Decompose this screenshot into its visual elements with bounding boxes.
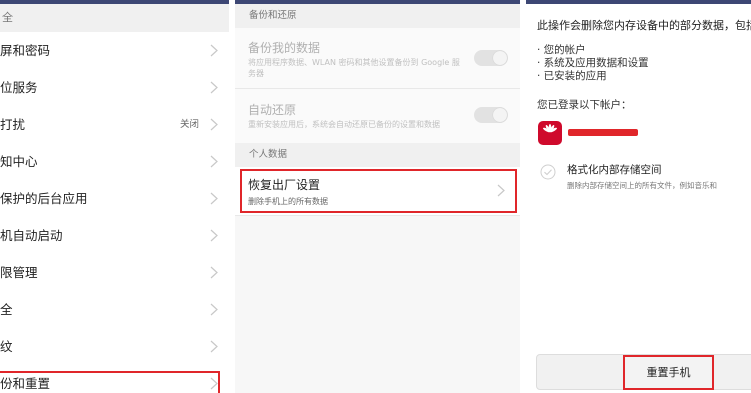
settings-item-location[interactable]: 位服务 — [0, 69, 229, 107]
chevron-right-icon — [210, 229, 218, 242]
chevron-right-icon — [210, 155, 218, 168]
settings-item-label: 屏和密码 — [0, 43, 51, 58]
settings-item-label: 位服务 — [0, 80, 38, 95]
data-list-item: · 系统及应用数据和设置 — [537, 57, 649, 69]
chevron-right-icon — [210, 44, 218, 57]
settings-item-auto-start[interactable]: 机自动启动 — [0, 217, 229, 255]
settings-item-do-not-disturb[interactable]: 打扰 关闭 — [0, 106, 229, 144]
chevron-right-icon — [210, 81, 218, 94]
settings-item-protected-apps[interactable]: 保护的后台应用 — [0, 180, 229, 218]
settings-item-security[interactable]: 全 — [0, 291, 229, 329]
backup-reset-panel: 备份和还原 备份我的数据 将应用程序数据、WLAN 密码和其他设置备份到 Goo… — [235, 0, 520, 393]
settings-list-panel: 全 屏和密码 位服务 打扰 关闭 知中心 保护的后台应用 机自动启动 限管理 全… — [0, 0, 229, 393]
settings-item-label: 机自动启动 — [0, 228, 63, 243]
chevron-right-icon — [210, 118, 218, 131]
restore-title: 自动还原 — [248, 103, 297, 117]
huawei-logo-icon — [543, 124, 557, 133]
data-list-item: · 已安装的应用 — [537, 70, 607, 82]
highlight-box — [240, 169, 517, 213]
backup-title: 备份我的数据 — [248, 41, 321, 55]
section-header-security: 全 — [0, 4, 229, 32]
redacted-account-name — [568, 129, 638, 136]
toggle-knob — [493, 108, 507, 122]
settings-item-label: 知中心 — [0, 154, 38, 169]
settings-item-label: 纹 — [0, 339, 13, 354]
settings-item-lock-screen[interactable]: 屏和密码 — [0, 32, 229, 70]
empty-area — [235, 216, 520, 393]
backup-my-data-row[interactable]: 备份我的数据 将应用程序数据、WLAN 密码和其他设置备份到 Google 服务… — [235, 28, 520, 89]
format-storage-desc: 删除内部存储空间上的所有文件，例如音乐和 — [567, 181, 717, 190]
status-bar — [526, 0, 751, 4]
settings-item-label: 限管理 — [0, 265, 38, 280]
settings-item-label: 全 — [0, 302, 13, 317]
restore-toggle[interactable] — [474, 107, 508, 123]
chevron-right-icon — [210, 266, 218, 279]
restore-desc: 重新安装应用后，系统会自动还原已备份的设置和数据 — [248, 120, 440, 129]
settings-item-notification-center[interactable]: 知中心 — [0, 143, 229, 181]
factory-reset-confirm-panel: 此操作会删除您内存设备中的部分数据，包括 · 您的帐户 · 系统及应用数据和设置… — [526, 0, 751, 393]
huawei-account-icon — [538, 121, 562, 145]
section-header-personal-data: 个人数据 — [235, 143, 520, 167]
backup-desc: 将应用程序数据、WLAN 密码和其他设置备份到 Google 服务器 — [248, 58, 460, 78]
chevron-right-icon — [210, 303, 218, 316]
chevron-right-icon — [210, 192, 218, 205]
toggle-knob — [493, 51, 507, 65]
format-storage-title: 格式化内部存储空间 — [567, 164, 662, 176]
settings-item-permissions[interactable]: 限管理 — [0, 254, 229, 292]
settings-item-fingerprint[interactable]: 纹 — [0, 328, 229, 366]
logged-in-label: 您已登录以下帐户： — [537, 99, 632, 111]
section-header-backup: 备份和还原 — [235, 4, 520, 28]
data-list-item: · 您的帐户 — [537, 44, 586, 56]
settings-item-label: 打扰 — [0, 117, 26, 132]
chevron-right-icon — [210, 340, 218, 353]
auto-restore-row[interactable]: 自动还原 重新安装应用后，系统会自动还原已备份的设置和数据 — [235, 89, 520, 144]
checkbox-circle-icon[interactable] — [540, 164, 556, 180]
settings-item-value: 关闭 — [179, 119, 199, 130]
reset-phone-button[interactable]: 重置手机 — [623, 355, 714, 390]
warning-text: 此操作会删除您内存设备中的部分数据，包括 — [537, 19, 751, 32]
backup-toggle[interactable] — [474, 50, 508, 66]
data-list: · 您的帐户 · 系统及应用数据和设置 · 已安装的应用 — [537, 44, 649, 83]
highlight-box — [0, 371, 220, 393]
settings-item-label: 保护的后台应用 — [0, 191, 88, 206]
